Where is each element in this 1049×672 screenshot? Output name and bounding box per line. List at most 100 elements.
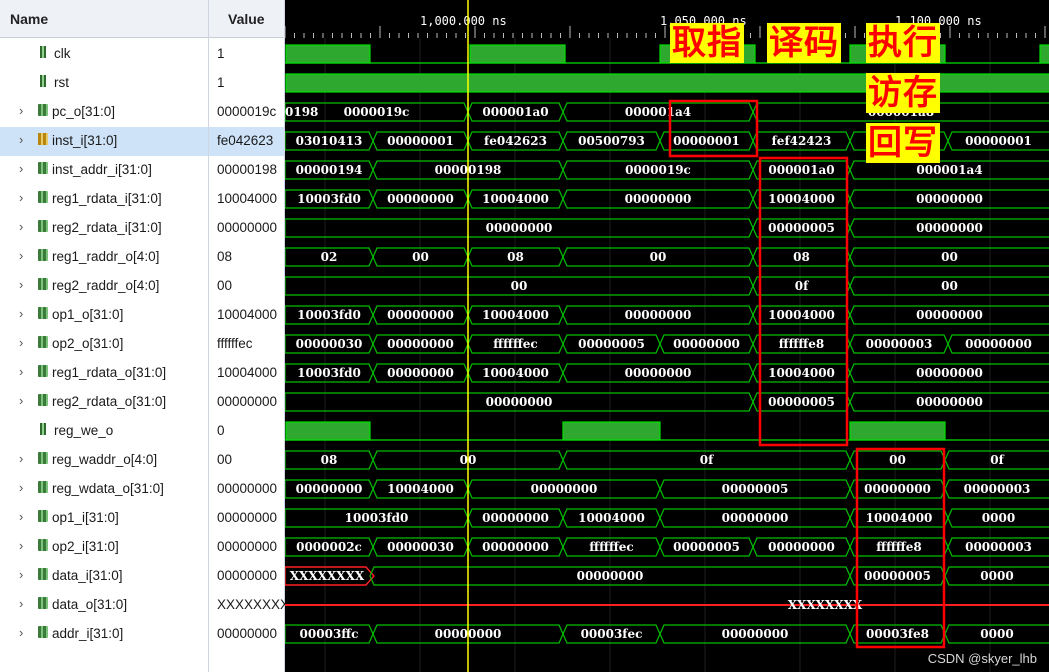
chevron-right-icon[interactable]: › xyxy=(19,219,23,234)
bus-value-label: 00000194 xyxy=(296,163,363,177)
signal-name: rst xyxy=(54,75,69,90)
chevron-right-icon[interactable]: › xyxy=(19,567,23,582)
signal-row[interactable]: › reg1_rdata_i[31:0] xyxy=(0,185,208,214)
signal-name: reg_we_o xyxy=(54,423,114,438)
signal-value-text: 00 xyxy=(217,278,233,293)
signal-value-text: 00000000 xyxy=(217,481,278,496)
bus-signal-icon xyxy=(38,307,48,319)
bus-value-label: 00000005 xyxy=(673,540,740,554)
bus-value-label: 00000005 xyxy=(768,395,835,409)
bus-signal-icon xyxy=(38,336,48,348)
signal-value-text: 00000000 xyxy=(217,626,278,641)
signal-value: 0 xyxy=(209,417,284,446)
bus-value-label: 00 xyxy=(511,279,528,293)
high-pulse xyxy=(562,421,661,441)
bus-value-label: 00000000 xyxy=(482,511,549,525)
signal-value: 00 xyxy=(209,446,284,475)
bus-value-label: 00000003 xyxy=(965,540,1032,554)
bus-value-label: 00 xyxy=(941,250,958,264)
bus-value-label: 08 xyxy=(507,250,524,264)
high-pulse xyxy=(469,44,566,64)
bus-value-label: 00000000 xyxy=(531,482,598,496)
chevron-right-icon[interactable]: › xyxy=(19,190,23,205)
signal-row[interactable]: › reg2_raddr_o[4:0] xyxy=(0,272,208,301)
signal-row[interactable]: › op2_i[31:0] xyxy=(0,533,208,562)
signal-value: ffffffec xyxy=(209,330,284,359)
signal-value-text: ffffffec xyxy=(217,336,253,351)
bus-value-label: 0000002c xyxy=(296,540,362,554)
bus-signal-icon xyxy=(38,539,48,551)
bus-value-label: 00000000 xyxy=(965,337,1032,351)
bus-value-label: 10004000 xyxy=(866,511,933,525)
signal-row[interactable]: › data_i[31:0] xyxy=(0,562,208,591)
waveform-canvas[interactable]: 1,000.000 ns1,050.000 ns1,100.000 ns0000… xyxy=(285,0,1049,672)
chevron-right-icon[interactable]: › xyxy=(19,625,23,640)
chevron-right-icon[interactable]: › xyxy=(19,306,23,321)
signal-row[interactable]: › reg2_rdata_o[31:0] xyxy=(0,388,208,417)
bus-signal-icon xyxy=(38,626,48,638)
bus-signal-icon xyxy=(38,104,48,116)
signal-row[interactable]: › reg_waddr_o[4:0] xyxy=(0,446,208,475)
signal-value-text: 10004000 xyxy=(217,307,278,322)
bus-signal-icon xyxy=(38,249,48,261)
signal-row[interactable]: clk xyxy=(0,40,208,69)
chevron-right-icon[interactable]: › xyxy=(19,364,23,379)
stage-label-memory: 访存 xyxy=(866,73,940,113)
chevron-right-icon[interactable]: › xyxy=(19,451,23,466)
signal-name: reg2_rdata_o[31:0] xyxy=(52,394,167,409)
signal-row[interactable]: › op2_o[31:0] xyxy=(0,330,208,359)
chevron-right-icon[interactable]: › xyxy=(19,509,23,524)
watermark: CSDN @skyer_lhb xyxy=(927,651,1037,666)
bus-value-label: 02 xyxy=(321,250,338,264)
signal-row[interactable]: › data_o[31:0] xyxy=(0,591,208,620)
signal-row[interactable]: › reg1_raddr_o[4:0] xyxy=(0,243,208,272)
time-label: 1,000.000 ns xyxy=(420,14,507,28)
chevron-right-icon[interactable]: › xyxy=(19,248,23,263)
chevron-right-icon[interactable]: › xyxy=(19,277,23,292)
bus-value-label: 08 xyxy=(321,453,338,467)
bus-value-label: 00000000 xyxy=(625,308,692,322)
signal-row[interactable]: › op1_o[31:0] xyxy=(0,301,208,330)
chevron-right-icon[interactable]: › xyxy=(19,480,23,495)
bus-value-label: 000001a0 xyxy=(482,105,548,119)
name-column-header[interactable]: Name xyxy=(0,0,208,38)
bus-value-label: XXXXXXXX xyxy=(290,569,365,583)
bus-signal-icon xyxy=(38,220,48,232)
signal-value: 10004000 xyxy=(209,359,284,388)
logic-signal-icon xyxy=(40,75,50,87)
value-column-header[interactable]: Value xyxy=(209,0,284,38)
bus-value-label: XXXXXXXX xyxy=(788,598,863,612)
signal-value: 0000019c xyxy=(209,98,284,127)
bus-value-label: 00000005 xyxy=(864,569,931,583)
chevron-right-icon[interactable]: › xyxy=(19,132,23,147)
high-pulse xyxy=(285,421,371,441)
bus-value-label: 00000005 xyxy=(768,221,835,235)
bus-value-label: 000001a4 xyxy=(916,163,982,177)
signal-value: 00000000 xyxy=(209,504,284,533)
signal-row[interactable]: › inst_i[31:0] xyxy=(0,127,208,156)
chevron-right-icon[interactable]: › xyxy=(19,103,23,118)
signal-row[interactable]: › inst_addr_i[31:0] xyxy=(0,156,208,185)
signal-row[interactable]: › reg_wdata_o[31:0] xyxy=(0,475,208,504)
signal-row[interactable]: › reg2_rdata_i[31:0] xyxy=(0,214,208,243)
signal-row[interactable]: › pc_o[31:0] xyxy=(0,98,208,127)
chevron-right-icon[interactable]: › xyxy=(19,538,23,553)
signal-row[interactable]: › reg1_rdata_o[31:0] xyxy=(0,359,208,388)
signal-name: data_o[31:0] xyxy=(52,597,128,612)
signal-value-text: 10004000 xyxy=(217,365,278,380)
bus-value-label: 00000030 xyxy=(296,337,363,351)
chevron-right-icon[interactable]: › xyxy=(19,161,23,176)
high-pulse xyxy=(849,421,946,441)
signal-value: 1 xyxy=(209,69,284,98)
signal-row[interactable]: rst xyxy=(0,69,208,98)
chevron-right-icon[interactable]: › xyxy=(19,596,23,611)
chevron-right-icon[interactable]: › xyxy=(19,393,23,408)
stage-label-fetch: 取指 xyxy=(670,23,744,63)
signal-row[interactable]: › addr_i[31:0] xyxy=(0,620,208,649)
signal-value-text: 00000198 xyxy=(217,162,278,177)
signal-row[interactable]: › op1_i[31:0] xyxy=(0,504,208,533)
signal-row[interactable]: reg_we_o xyxy=(0,417,208,446)
chevron-right-icon[interactable]: › xyxy=(19,335,23,350)
bus-value-label: 000001a0 xyxy=(768,163,834,177)
bus-value-label: fef42423 xyxy=(772,134,832,148)
